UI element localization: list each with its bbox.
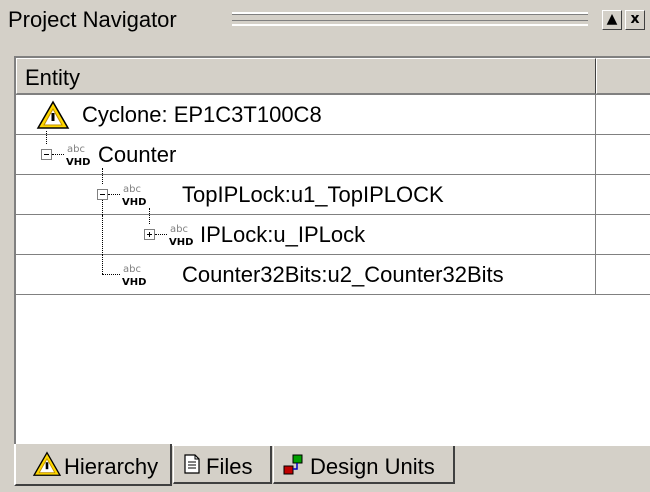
svg-text:VHD: VHD	[122, 277, 146, 288]
panel-title: Project Navigator	[8, 7, 177, 32]
vhd-file-icon: abc VHD	[66, 144, 90, 168]
tree-row-counter[interactable]: abc VHD Counter	[16, 131, 650, 175]
tree-row-counter32bits[interactable]: abc VHD Counter32Bits:u2_Counter32Bits	[16, 255, 650, 295]
hierarchy-tree: Entity Cyclone: EP1C3T100C8 abc VHD Coun…	[14, 56, 650, 446]
vhd-file-icon: abc VHD	[169, 224, 193, 248]
tree-row-label: IPLock:u_IPLock	[200, 222, 366, 247]
tree-row-label: Cyclone: EP1C3T100C8	[82, 102, 322, 127]
design-units-icon	[283, 454, 303, 475]
tab-label: Design Units	[310, 454, 435, 479]
restore-button[interactable]: ▲	[602, 10, 622, 30]
navigator-tabs: Hierarchy Files Design Units	[0, 444, 650, 492]
document-icon	[184, 454, 200, 474]
svg-text:abc: abc	[67, 144, 85, 155]
tree-row-topiplock[interactable]: abc VHD TopIPLock:u1_TopIPLOCK	[16, 168, 650, 215]
warning-icon	[32, 451, 62, 476]
tab-hierarchy[interactable]: Hierarchy	[14, 444, 172, 486]
tab-design-units[interactable]: Design Units	[273, 446, 455, 484]
svg-text:VHD: VHD	[169, 237, 193, 248]
tree-row-iplock[interactable]: abc VHD IPLock:u_IPLock	[16, 208, 650, 255]
column-header-extra[interactable]	[596, 58, 650, 94]
tab-label: Hierarchy	[64, 454, 159, 479]
tree-row-label: Counter32Bits:u2_Counter32Bits	[182, 262, 504, 287]
close-button[interactable]: x	[625, 10, 645, 30]
collapse-icon[interactable]	[41, 149, 52, 160]
svg-text:abc: abc	[170, 224, 188, 235]
tree-row-label: TopIPLock:u1_TopIPLOCK	[182, 182, 444, 207]
tab-label: Files	[206, 454, 253, 479]
drag-grip[interactable]	[232, 12, 588, 26]
svg-text:abc: abc	[123, 264, 141, 275]
expand-icon[interactable]	[144, 229, 155, 240]
column-header-label: Entity	[25, 65, 81, 90]
tree-header: Entity	[16, 58, 650, 95]
column-header-entity[interactable]: Entity	[16, 58, 596, 94]
tree-row-device[interactable]: Cyclone: EP1C3T100C8	[16, 95, 650, 135]
vhd-file-icon: abc VHD	[122, 264, 146, 288]
tab-files[interactable]: Files	[173, 446, 272, 484]
title-bar: Project Navigator ▲ x	[0, 0, 650, 40]
warning-icon	[36, 100, 70, 129]
svg-text:abc: abc	[123, 184, 141, 195]
svg-text:VHD: VHD	[122, 197, 146, 208]
svg-text:VHD: VHD	[66, 157, 90, 168]
collapse-icon[interactable]	[97, 189, 108, 200]
tree-row-label: Counter	[98, 142, 177, 167]
vhd-file-icon: abc VHD	[122, 184, 146, 208]
